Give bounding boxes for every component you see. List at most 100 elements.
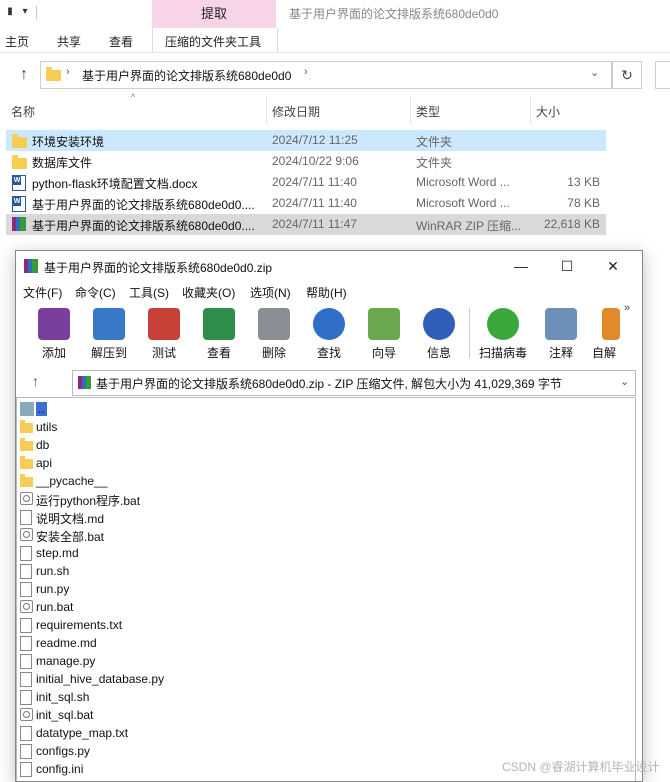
folder-icon [20, 474, 33, 487]
file-date: 2024/7/11 11:47 [272, 217, 357, 231]
scan-virus-button[interactable]: 扫描病毒 [477, 306, 529, 362]
menu-commands[interactable]: 命令(C) [75, 284, 116, 301]
menu-help[interactable]: 帮助(H) [306, 284, 347, 301]
folder-icon [20, 438, 33, 451]
extract-to-icon [93, 308, 125, 340]
refresh-button[interactable]: ↻ [612, 61, 642, 89]
list-item[interactable]: config.ini [18, 760, 418, 778]
column-header-name[interactable]: 名称 [11, 103, 35, 120]
menu-tools[interactable]: 工具(S) [129, 284, 169, 301]
list-item[interactable]: db [18, 436, 418, 454]
chevron-down-icon[interactable]: ⌄ [620, 375, 629, 388]
list-item[interactable]: readme.md [18, 634, 418, 652]
file-row[interactable]: python-flask环境配置文档.docx 2024/7/11 11:40 … [6, 172, 606, 193]
list-item[interactable]: manage.py [18, 652, 418, 670]
address-path[interactable]: 基于用户界面的论文排版系统680de0d0 [82, 67, 291, 84]
list-item[interactable]: datatype_map.txt [18, 724, 418, 742]
file-icon [20, 546, 32, 561]
menu-favorites[interactable]: 收藏夹(O) [182, 284, 235, 301]
list-item[interactable]: configs.py [18, 742, 418, 760]
wizard-button[interactable]: 向导 [358, 306, 410, 362]
list-item[interactable]: init_sql.sh [18, 688, 418, 706]
chevron-right-icon[interactable]: › [304, 66, 308, 78]
search-box[interactable] [655, 61, 670, 89]
list-item-label: run.bat [36, 600, 74, 614]
maximize-button[interactable]: ☐ [552, 255, 582, 277]
file-icon [20, 510, 32, 525]
file-size: 22,618 KB [543, 217, 600, 231]
list-item-label: 运行python程序.bat [36, 494, 141, 508]
list-item-label: utils [36, 420, 58, 434]
comment-icon [545, 308, 577, 340]
list-item[interactable]: initial_hive_database.py [18, 670, 418, 688]
compressed-folder-tools-label: 压缩的文件夹工具 [165, 35, 262, 49]
list-item[interactable]: step.md [18, 544, 418, 562]
add-button[interactable]: 添加 [28, 306, 80, 362]
file-row[interactable]: 基于用户界面的论文排版系统680de0d0.... 2024/7/11 11:4… [6, 214, 606, 235]
file-row[interactable]: 数据库文件 2024/10/22 9:06 文件夹 [6, 151, 606, 172]
list-item[interactable]: run.py [18, 580, 418, 598]
file-size: 78 KB [567, 196, 600, 210]
find-button[interactable]: 查找 [303, 306, 355, 362]
chevron-right-icon[interactable]: › [66, 66, 70, 78]
file-icon [20, 690, 32, 705]
extract-to-button[interactable]: 解压到 [83, 306, 135, 362]
delete-button[interactable]: 删除 [248, 306, 300, 362]
ribbon-menubar [0, 28, 670, 53]
list-item[interactable]: 运行python程序.bat [18, 490, 418, 508]
up-arrow-icon[interactable]: ↑ [32, 373, 39, 389]
column-header-type[interactable]: 类型 [416, 103, 440, 120]
toolbar-label: 添加 [41, 346, 66, 360]
info-button[interactable]: 信息 [413, 306, 465, 362]
toolbar-label: 删除 [261, 346, 286, 360]
tab-share[interactable]: 共享 [57, 33, 81, 50]
list-item[interactable]: run.sh [18, 562, 418, 580]
file-row[interactable]: 基于用户界面的论文排版系统680de0d0.... 2024/7/11 11:4… [6, 193, 606, 214]
list-item-label: datatype_map.txt [36, 726, 129, 740]
test-button[interactable]: 测试 [138, 306, 190, 362]
file-icon [20, 762, 32, 777]
quick-access-dropdown-icon[interactable]: ▾ [18, 5, 32, 19]
file-row[interactable]: 环境安装环境 2024/7/12 11:25 文件夹 [6, 130, 606, 151]
toolbar-label: 信息 [426, 346, 451, 360]
sfx-button[interactable]: 自解 [582, 306, 626, 362]
file-icon [20, 564, 32, 579]
file-icon [20, 636, 32, 651]
up-arrow-icon[interactable]: ↑ [20, 66, 28, 84]
batch-file-icon [20, 708, 33, 721]
archive-path: 基于用户界面的论文排版系统680de0d0.zip - ZIP 压缩文件, 解包… [96, 377, 562, 391]
minimize-button[interactable]: — [506, 255, 536, 277]
column-header-date[interactable]: 修改日期 [272, 103, 320, 120]
batch-file-icon [20, 528, 33, 541]
tab-home[interactable]: 主页 [5, 33, 29, 50]
list-item-label: __pycache__ [36, 474, 108, 488]
menu-options[interactable]: 选项(N) [250, 284, 291, 301]
list-item[interactable]: 说明文档.md [18, 508, 418, 526]
list-item[interactable]: 安装全部.bat [18, 526, 418, 544]
list-item[interactable]: __pycache__ [18, 472, 418, 490]
view-button[interactable]: 查看 [193, 306, 245, 362]
column-header-size[interactable]: 大小 [536, 103, 560, 120]
list-item[interactable]: requirements.txt [18, 616, 418, 634]
list-item[interactable]: init_sql.bat [18, 706, 418, 724]
add-icon [38, 308, 70, 340]
list-item-label: 安装全部.bat [36, 530, 105, 544]
list-item[interactable]: api [18, 454, 418, 472]
menu-file[interactable]: 文件(F) [23, 284, 62, 301]
toolbar-label: 注释 [548, 346, 573, 360]
chevron-down-icon[interactable]: ⌄ [590, 66, 599, 79]
extract-tab[interactable]: 提取 [152, 0, 276, 28]
tab-view[interactable]: 查看 [109, 33, 133, 50]
quick-access-icon[interactable]: ▮ [3, 5, 17, 19]
list-item[interactable]: run.bat [18, 598, 418, 616]
list-item[interactable]: utils [18, 418, 418, 436]
close-button[interactable]: ✕ [598, 255, 628, 277]
list-item-label: api [36, 456, 53, 470]
comment-button[interactable]: 注释 [535, 306, 587, 362]
divider [469, 308, 470, 358]
toolbar-overflow-icon[interactable]: » [624, 302, 630, 314]
list-item[interactable]: .. [18, 400, 418, 418]
file-type: WinRAR ZIP 压缩... [416, 219, 522, 233]
file-type: Microsoft Word ... [416, 175, 510, 189]
delete-icon [258, 308, 290, 340]
